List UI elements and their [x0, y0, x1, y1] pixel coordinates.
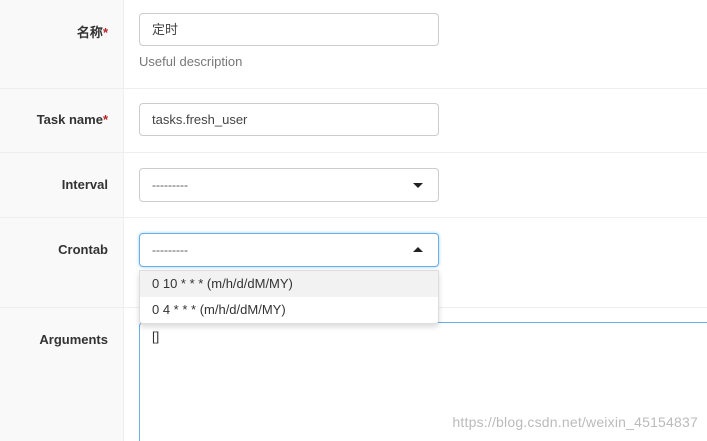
- name-help-text: Useful description: [139, 54, 243, 69]
- task-name-input[interactable]: tasks.fresh_user: [139, 103, 439, 136]
- arguments-label: Arguments: [39, 332, 108, 347]
- name-input[interactable]: 定时: [139, 13, 439, 46]
- watermark: https://blog.csdn.net/weixin_45154837: [452, 414, 698, 430]
- interval-label: Interval: [61, 177, 108, 192]
- name-label: 名称*: [77, 22, 108, 41]
- crontab-label: Crontab: [58, 242, 108, 257]
- label-column: [0, 0, 124, 441]
- crontab-selected-value: ---------: [152, 243, 188, 257]
- row-divider: [0, 217, 707, 218]
- required-mark: *: [102, 25, 108, 40]
- name-label-text: 名称: [76, 25, 103, 40]
- task-name-label-text: Task name: [36, 112, 103, 127]
- interval-select[interactable]: ---------: [139, 168, 439, 202]
- chevron-up-icon: [413, 247, 423, 252]
- crontab-option[interactable]: 0 10 * * * (m/h/d/dM/MY): [140, 271, 438, 297]
- task-name-label: Task name*: [37, 112, 108, 127]
- crontab-select[interactable]: ---------: [139, 233, 439, 267]
- row-divider: [0, 152, 707, 153]
- crontab-option[interactable]: 0 4 * * * (m/h/d/dM/MY): [140, 297, 438, 323]
- interval-selected-value: ---------: [152, 178, 188, 192]
- required-mark: *: [102, 112, 108, 127]
- row-divider: [0, 88, 707, 89]
- chevron-down-icon: [413, 183, 423, 188]
- crontab-dropdown: 0 10 * * * (m/h/d/dM/MY) 0 4 * * * (m/h/…: [139, 270, 439, 324]
